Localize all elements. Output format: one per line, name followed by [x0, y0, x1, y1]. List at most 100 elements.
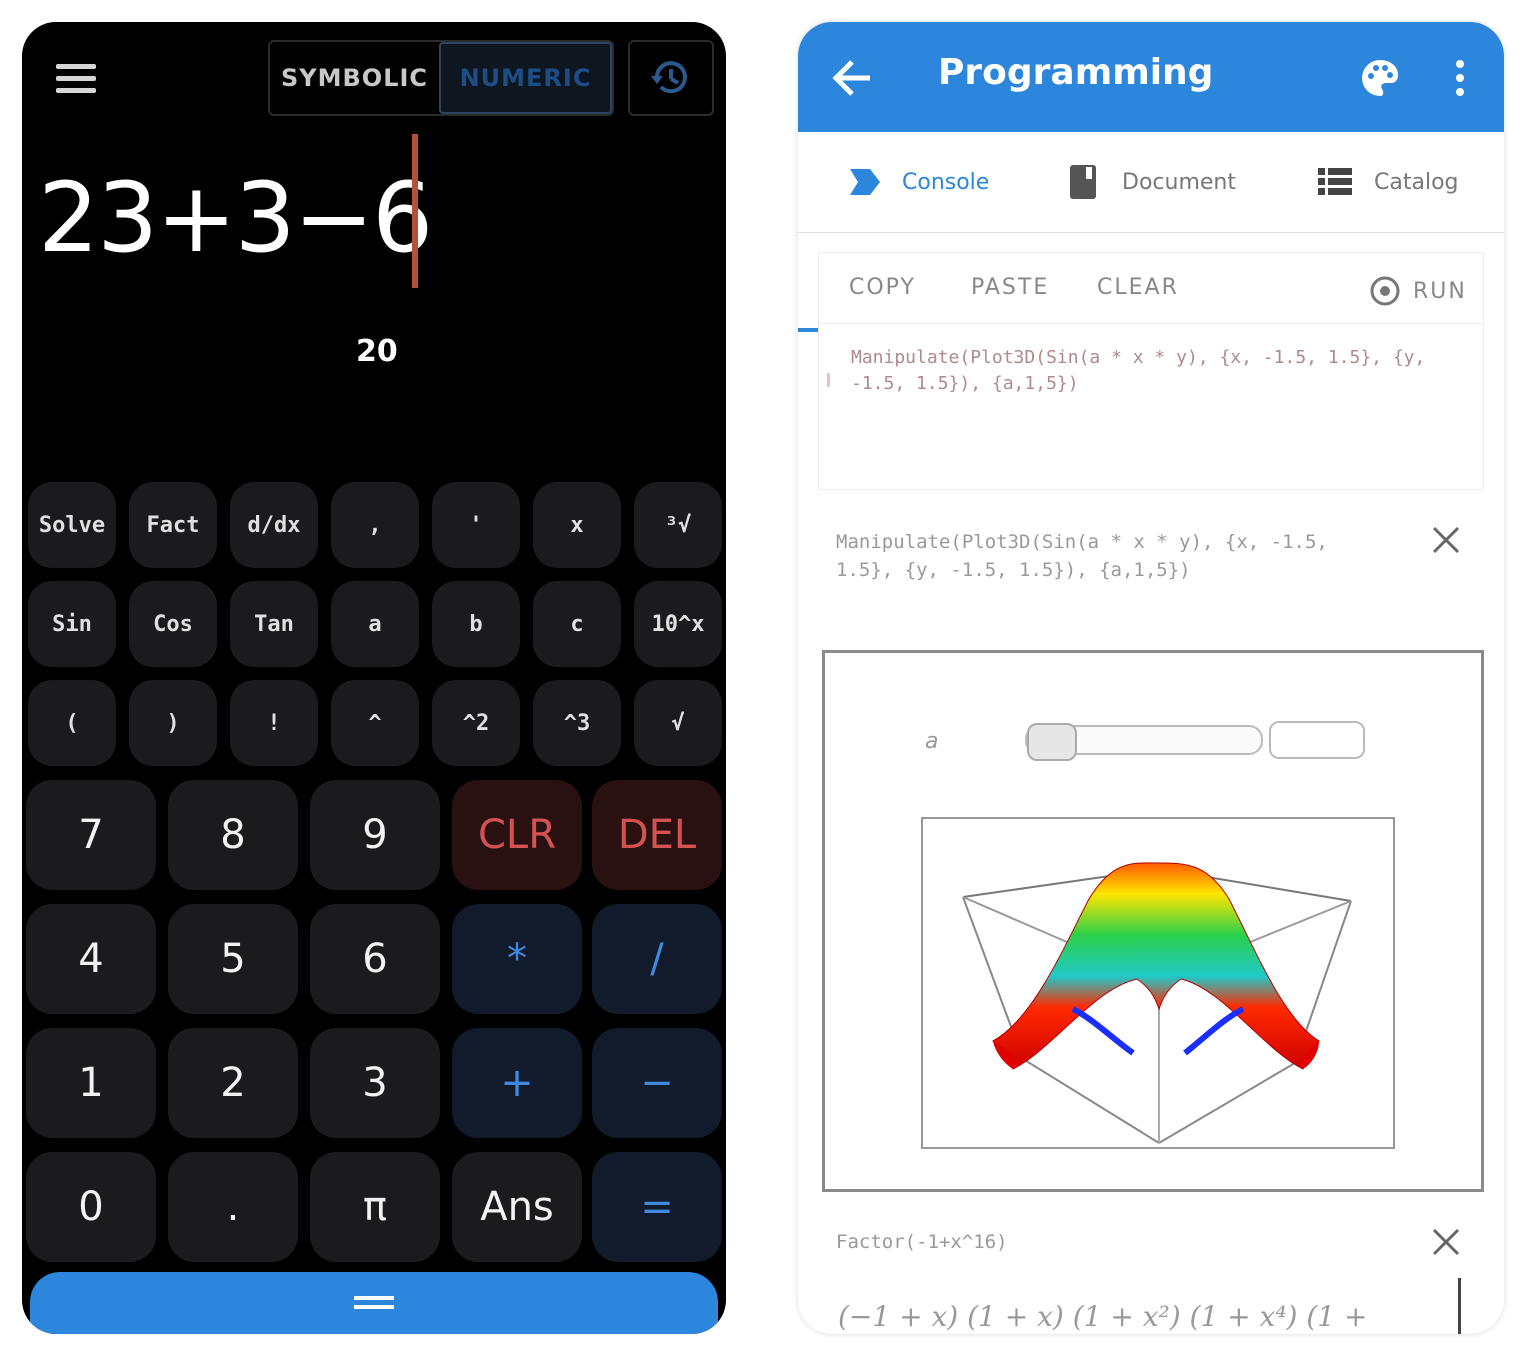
tab-console[interactable]: Console	[848, 132, 989, 232]
output-expression: Manipulate(Plot3D(Sin(a * x * y), {x, -1…	[836, 531, 1340, 581]
divide-button[interactable]: /	[592, 904, 722, 1014]
tab-catalog[interactable]: Catalog	[1318, 132, 1459, 232]
decimal-point-button[interactable]: .	[168, 1152, 298, 1262]
fn-key-prime[interactable]: '	[432, 482, 520, 568]
fn-key-cube[interactable]: ^3	[533, 680, 621, 766]
expression-display[interactable]: 23+3−6	[38, 162, 433, 274]
equals-button[interactable]: =	[592, 1152, 722, 1262]
key-6[interactable]: 6	[310, 904, 440, 1014]
fn-key-cube-root[interactable]: ³√	[634, 482, 722, 568]
symbolic-mode-button[interactable]: SYMBOLIC	[270, 42, 439, 114]
line-marker	[827, 373, 830, 387]
fn-key-close-paren[interactable]: )	[129, 680, 217, 766]
parameter-slider[interactable]	[1025, 723, 1263, 761]
fn-key-solve[interactable]: Solve	[28, 482, 116, 568]
run-button-label: RUN	[1413, 278, 1467, 304]
slider-label: a	[925, 729, 939, 754]
delete-button[interactable]: DEL	[592, 780, 722, 890]
fn-key-factorial[interactable]: !	[230, 680, 318, 766]
ans-button[interactable]: Ans	[452, 1152, 582, 1262]
manipulate-plot-panel: a	[822, 650, 1484, 1192]
mode-toggle: SYMBOLIC NUMERIC	[268, 40, 614, 116]
history-icon	[651, 61, 687, 94]
output-expression: Factor(-1+x^16)	[836, 1231, 1008, 1253]
catalog-icon	[1318, 168, 1352, 195]
multiply-button[interactable]: *	[452, 904, 582, 1014]
tab-catalog-label: Catalog	[1374, 169, 1459, 195]
plot3d-graph	[921, 817, 1395, 1149]
app-bar: Programming	[798, 22, 1504, 132]
factor-result: (−1 + x) (1 + x) (1 + x²) (1 + x⁴) (1 +	[838, 1300, 1368, 1333]
code-input[interactable]: Manipulate(Plot3D(Sin(a * x * y), {x, -1…	[851, 345, 1451, 397]
plus-button[interactable]: +	[452, 1028, 582, 1138]
fn-key-square[interactable]: ^2	[432, 680, 520, 766]
fn-key-power[interactable]: ^	[331, 680, 419, 766]
programming-screen: Programming Console Document Catalog COP…	[798, 22, 1504, 1334]
theme-button[interactable]	[1358, 56, 1402, 100]
fn-key-b[interactable]: b	[432, 581, 520, 667]
minus-button[interactable]: −	[592, 1028, 722, 1138]
key-7[interactable]: 7	[26, 780, 156, 890]
more-options-button[interactable]	[1450, 56, 1470, 100]
key-8[interactable]: 8	[168, 780, 298, 890]
fn-key-cos[interactable]: Cos	[129, 581, 217, 667]
key-9[interactable]: 9	[310, 780, 440, 890]
paste-button[interactable]: PASTE	[971, 275, 1049, 300]
tab-console-label: Console	[902, 169, 990, 195]
console-input-card: COPY PASTE CLEAR RUN Manipulate(Plot3D(S…	[818, 252, 1484, 490]
play-circle-icon	[1370, 276, 1400, 306]
surface-plot	[962, 862, 1352, 1144]
clear-button[interactable]: CLEAR	[1097, 275, 1179, 300]
run-button[interactable]: RUN	[1369, 275, 1467, 307]
slider-value-input[interactable]	[1269, 721, 1365, 759]
expand-panel-handle[interactable]	[30, 1272, 718, 1334]
fn-key-fact[interactable]: Fact	[129, 482, 217, 568]
document-icon	[1070, 165, 1096, 199]
back-arrow-icon	[832, 60, 870, 96]
palette-icon	[1362, 60, 1398, 96]
close-icon	[1432, 526, 1460, 554]
fn-key-c[interactable]: c	[533, 581, 621, 667]
scrollbar[interactable]	[1458, 1278, 1461, 1334]
pi-button[interactable]: π	[310, 1152, 440, 1262]
copy-button[interactable]: COPY	[849, 275, 916, 300]
tab-bar: Console Document Catalog	[798, 132, 1504, 332]
text-cursor	[412, 134, 418, 288]
slider-thumb[interactable]	[1027, 723, 1077, 761]
key-4[interactable]: 4	[26, 904, 156, 1014]
drag-handle-icon	[354, 1296, 394, 1309]
key-2[interactable]: 2	[168, 1028, 298, 1138]
key-5[interactable]: 5	[168, 904, 298, 1014]
tab-document[interactable]: Document	[1068, 132, 1236, 232]
history-button[interactable]	[628, 40, 714, 116]
fn-key-ten-power[interactable]: 10^x	[634, 581, 722, 667]
console-actions: COPY PASTE CLEAR RUN	[819, 253, 1483, 324]
fn-key-derivative[interactable]: d/dx	[230, 482, 318, 568]
key-3[interactable]: 3	[310, 1028, 440, 1138]
fn-key-x[interactable]: x	[533, 482, 621, 568]
menu-icon[interactable]	[56, 64, 98, 96]
fn-key-sqrt[interactable]: √	[634, 680, 722, 766]
close-output-button[interactable]	[1430, 1226, 1462, 1258]
calculator-screen: SYMBOLIC NUMERIC 23+3−6 20 Solve Fact d/…	[22, 22, 726, 1334]
back-button[interactable]	[830, 58, 876, 98]
output-item: Manipulate(Plot3D(Sin(a * x * y), {x, -1…	[818, 518, 1482, 648]
console-icon	[850, 169, 880, 195]
output-item: Factor(-1+x^16)	[818, 1218, 1482, 1268]
fn-key-tan[interactable]: Tan	[230, 581, 318, 667]
numeric-mode-button[interactable]: NUMERIC	[439, 42, 612, 114]
close-output-button[interactable]	[1430, 524, 1462, 556]
tab-document-label: Document	[1122, 169, 1236, 195]
key-0[interactable]: 0	[26, 1152, 156, 1262]
clear-button[interactable]: CLR	[452, 780, 582, 890]
calculator-top-bar: SYMBOLIC NUMERIC	[22, 22, 726, 132]
fn-key-sin[interactable]: Sin	[28, 581, 116, 667]
key-1[interactable]: 1	[26, 1028, 156, 1138]
fn-key-open-paren[interactable]: (	[28, 680, 116, 766]
fn-key-a[interactable]: a	[331, 581, 419, 667]
fn-key-comma[interactable]: ,	[331, 482, 419, 568]
page-title: Programming	[938, 52, 1214, 93]
close-icon	[1432, 1228, 1460, 1256]
more-vertical-icon	[1456, 60, 1464, 96]
result-preview: 20	[356, 334, 398, 369]
